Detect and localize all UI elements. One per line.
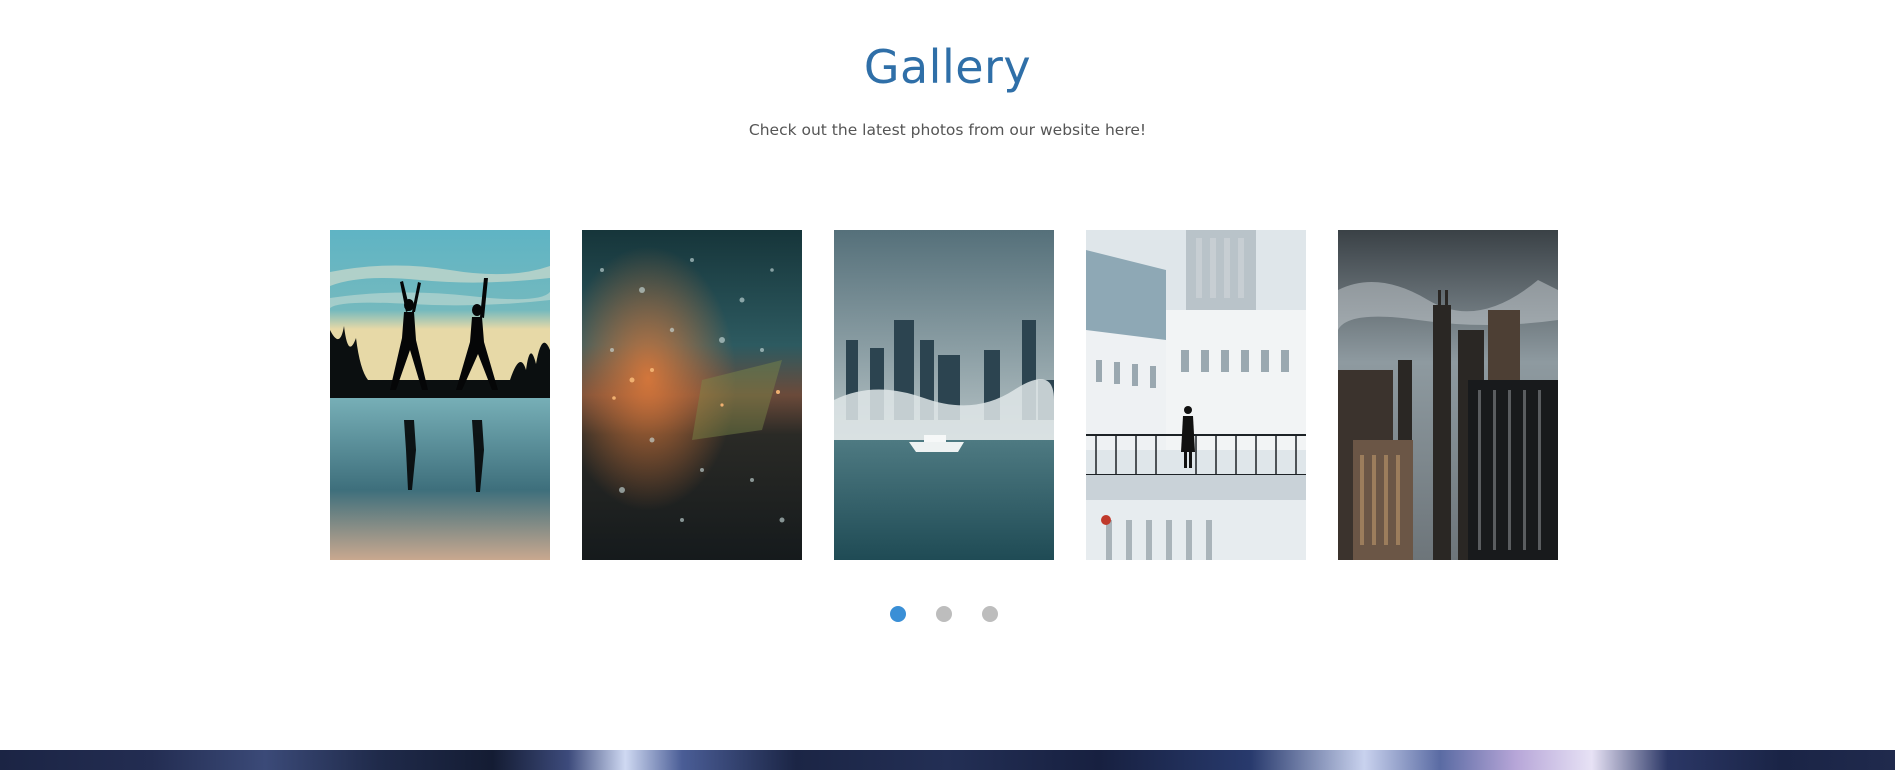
gallery-subtitle: Check out the latest photos from our web… bbox=[748, 121, 1147, 139]
yoga-silhouettes-image bbox=[330, 230, 550, 560]
photo-carousel[interactable] bbox=[330, 230, 1560, 560]
next-section-background bbox=[0, 750, 1895, 770]
skyscrapers-image bbox=[1338, 230, 1558, 560]
gallery-page: Gallery Check out the latest photos from… bbox=[0, 0, 1895, 770]
gallery-photo-woman-on-bridge[interactable] bbox=[1086, 230, 1306, 560]
carousel-dot-2[interactable] bbox=[936, 606, 952, 622]
carousel-dot-1[interactable] bbox=[890, 606, 906, 622]
gallery-photo-yoga-silhouettes[interactable] bbox=[330, 230, 550, 560]
gallery-photo-skyscrapers[interactable] bbox=[1338, 230, 1558, 560]
gallery-title: Gallery bbox=[863, 40, 1032, 94]
carousel-pagination bbox=[0, 606, 1895, 622]
gallery-photo-raindrops[interactable] bbox=[582, 230, 802, 560]
raindrops-image bbox=[582, 230, 802, 560]
gallery-photo-foggy-skyline[interactable] bbox=[834, 230, 1054, 560]
foggy-skyline-image bbox=[834, 230, 1054, 560]
woman-on-bridge-image bbox=[1086, 230, 1306, 560]
carousel-dot-3[interactable] bbox=[982, 606, 998, 622]
